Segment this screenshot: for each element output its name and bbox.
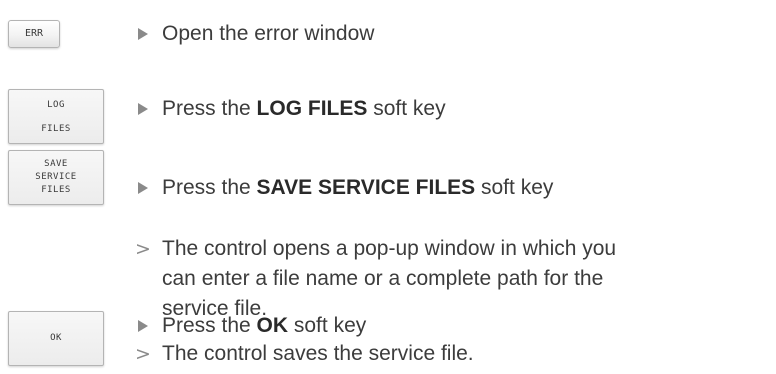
log-files-softkey-label-line2: FILES bbox=[41, 123, 71, 134]
result-line: The control opens a pop-up window in whi… bbox=[162, 237, 617, 260]
ok-softkey[interactable]: OK bbox=[8, 311, 104, 366]
step-press-save-service-files: Press the SAVE SERVICE FILES soft key bbox=[138, 176, 554, 200]
triangle-right-icon bbox=[136, 314, 150, 338]
step-text-suffix: soft key bbox=[475, 176, 554, 199]
result-service-file-saved: > The control saves the service file. bbox=[135, 342, 474, 366]
result-popup-window: > The control opens a pop-up window in w… bbox=[135, 234, 772, 324]
result-text: The control saves the service file. bbox=[162, 342, 474, 365]
step-press-log-files: Press the LOG FILES soft key bbox=[138, 97, 446, 121]
save-service-files-softkey-label-line1: SAVE bbox=[44, 159, 68, 169]
step-text-suffix: soft key bbox=[288, 314, 367, 337]
step-text-prefix: Press the bbox=[162, 97, 257, 120]
step-softkey-name: LOG FILES bbox=[256, 97, 368, 120]
step-text-prefix: Press the bbox=[162, 314, 257, 337]
step-softkey-name: SAVE SERVICE FILES bbox=[256, 176, 476, 199]
log-files-softkey-label-line1: LOG bbox=[47, 99, 65, 110]
step-softkey-name: OK bbox=[256, 314, 289, 337]
triangle-right-icon bbox=[136, 176, 150, 200]
step-press-ok: Press the OK soft key bbox=[138, 314, 367, 338]
chevron-right-icon: > bbox=[135, 343, 151, 365]
step-text-prefix: Press the bbox=[162, 176, 257, 199]
step-open-error-window: Open the error window bbox=[138, 22, 375, 46]
ok-softkey-label: OK bbox=[50, 333, 62, 343]
save-service-files-softkey-label-line2: SERVICE bbox=[35, 172, 77, 182]
step-text-suffix: soft key bbox=[367, 97, 446, 120]
step-text: Open the error window bbox=[162, 22, 375, 45]
triangle-right-icon bbox=[136, 22, 150, 46]
triangle-right-icon bbox=[136, 97, 150, 121]
save-service-files-softkey-label-line3: FILES bbox=[41, 185, 71, 195]
err-key-label: ERR bbox=[24, 28, 44, 39]
result-line: can enter a file name or a complete path… bbox=[162, 267, 604, 290]
save-service-files-softkey[interactable]: SAVE SERVICE FILES bbox=[8, 150, 104, 205]
log-files-softkey[interactable]: LOG FILES bbox=[8, 89, 104, 144]
err-key[interactable]: ERR bbox=[8, 20, 60, 48]
chevron-right-icon: > bbox=[135, 238, 151, 260]
